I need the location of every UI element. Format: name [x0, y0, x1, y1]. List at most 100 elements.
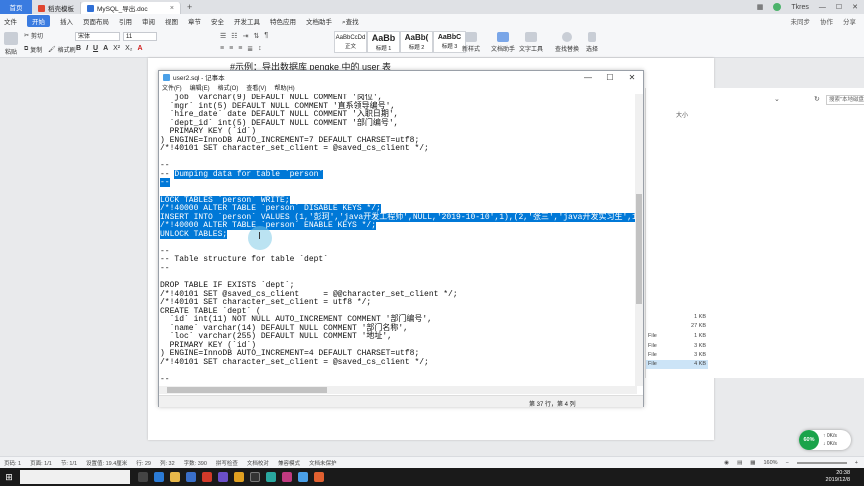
subscript-button[interactable]: X₂	[125, 45, 132, 52]
justify-icon[interactable]: ≣	[247, 45, 253, 53]
eye-icon[interactable]: ◉	[724, 460, 729, 466]
proofread[interactable]: 文档校对	[247, 459, 269, 467]
find-replace-button[interactable]: 查找替换	[555, 32, 579, 53]
menu-edit[interactable]: 编辑(E)	[190, 83, 210, 93]
close-icon[interactable]: ✕	[852, 3, 858, 11]
copy-button[interactable]: ⧉ 复制	[24, 45, 42, 54]
notepad-text-area[interactable]: `job` varchar(9) DEFAULT NULL COMMENT '岗…	[160, 94, 637, 386]
menu-references[interactable]: 引用	[119, 16, 132, 26]
grid-icon[interactable]: ▦	[757, 3, 764, 11]
status-row[interactable]: 行: 29	[136, 459, 151, 467]
menu-search[interactable]: ⌕查找	[342, 16, 359, 27]
style-heading-2[interactable]: AaBb( 标题 2	[400, 31, 433, 53]
menu-home[interactable]: 开始	[27, 15, 50, 27]
menu-file[interactable]: 文件(F)	[162, 83, 182, 93]
network-speed-widget[interactable]: 60% ↑ 0K/s ↓ 0K/s	[799, 430, 851, 450]
sort-icon[interactable]: ⇅	[253, 32, 259, 40]
pilcrow-icon[interactable]: ¶	[264, 32, 268, 40]
menu-developer[interactable]: 开发工具	[234, 16, 260, 26]
wps-icon[interactable]	[202, 472, 212, 482]
app-icon[interactable]	[266, 472, 276, 482]
align-center-icon[interactable]: ≡	[229, 45, 233, 53]
folder-icon[interactable]	[170, 472, 180, 482]
zoom-in-icon[interactable]: +	[855, 460, 858, 466]
notepad-task-icon[interactable]	[298, 472, 308, 482]
collaborate-button[interactable]: 协作	[820, 16, 833, 26]
numbered-list-icon[interactable]: ☷	[231, 32, 237, 40]
new-style-button[interactable]: 新样式	[462, 32, 480, 53]
align-right-icon[interactable]: ≡	[238, 45, 242, 53]
doc-protection[interactable]: 文档未保护	[309, 459, 337, 467]
sync-status[interactable]: 未同步	[791, 16, 811, 26]
app-icon[interactable]	[282, 472, 292, 482]
format-painter-button[interactable]: 🖌 格式刷	[48, 45, 76, 54]
menu-format[interactable]: 格式(O)	[218, 83, 239, 93]
notepad-title-bar[interactable]: user2.sql - 记事本 — ☐ ✕	[159, 71, 643, 83]
menu-file[interactable]: 文件	[4, 16, 17, 26]
style-normal[interactable]: AaBbCcDd 正文	[334, 31, 367, 53]
user-avatar[interactable]	[773, 3, 782, 11]
app-icon[interactable]	[218, 472, 228, 482]
scrollbar-thumb[interactable]	[167, 387, 327, 393]
line-spacing-icon[interactable]: ↕	[258, 45, 262, 53]
close-icon[interactable]: ✕	[621, 73, 643, 82]
font-name-select[interactable]: 宋体	[75, 32, 120, 41]
maximize-icon[interactable]: ☐	[836, 3, 842, 11]
maximize-icon[interactable]: ☐	[599, 73, 621, 82]
superscript-button[interactable]: X²	[113, 45, 120, 52]
system-clock[interactable]: 20:38 2019/12/8	[826, 470, 864, 484]
minimize-icon[interactable]: —	[819, 4, 826, 11]
status-setting[interactable]: 设置值: 19.4厘米	[86, 459, 127, 467]
indent-icon[interactable]: ⇥	[243, 32, 249, 40]
explorer-search-input[interactable]: 搜索"本地磁盘	[826, 95, 864, 105]
zoom-out-icon[interactable]: −	[786, 460, 789, 466]
menu-page-layout[interactable]: 页面布局	[83, 16, 109, 26]
size-column-header[interactable]: 大小	[676, 110, 688, 119]
terminal-icon[interactable]	[250, 472, 260, 482]
scrollbar-thumb[interactable]	[636, 194, 642, 304]
user-name[interactable]: Tkres	[791, 4, 809, 11]
zoom-slider[interactable]	[796, 461, 847, 464]
app-icon[interactable]	[314, 472, 324, 482]
status-pages[interactable]: 页面: 1/1	[30, 459, 52, 467]
store-icon[interactable]	[186, 472, 196, 482]
close-tab-icon[interactable]: ×	[170, 5, 174, 12]
edge-icon[interactable]	[154, 472, 164, 482]
cut-button[interactable]: ✂ 剪切	[24, 31, 43, 40]
menu-features[interactable]: 特色应用	[270, 16, 296, 26]
align-left-icon[interactable]: ≡	[220, 45, 224, 53]
chevron-down-icon[interactable]: ⌄	[774, 95, 780, 103]
status-col[interactable]: 列: 32	[160, 459, 175, 467]
underline-button[interactable]: U	[93, 45, 98, 52]
select-button[interactable]: 选择	[586, 32, 598, 53]
status-word-count[interactable]: 字数: 390	[184, 459, 207, 467]
menu-help[interactable]: 帮助(H)	[274, 83, 294, 93]
strikethrough-button[interactable]: A	[103, 45, 108, 52]
bold-button[interactable]: B	[76, 45, 81, 52]
font-size-select[interactable]: 11	[123, 32, 157, 41]
tab-document[interactable]: MySQL_导出.doc ×	[81, 2, 181, 14]
share-button[interactable]: 分享	[843, 16, 856, 26]
menu-view[interactable]: 查看(V)	[246, 83, 266, 93]
windows-start-icon[interactable]: ⊞	[0, 468, 18, 486]
menu-insert[interactable]: 插入	[60, 16, 73, 26]
minimize-icon[interactable]: —	[577, 73, 599, 82]
italic-button[interactable]: I	[86, 45, 88, 52]
menu-review[interactable]: 审阅	[142, 16, 155, 26]
text-tools-button[interactable]: 文字工具	[519, 32, 543, 53]
layout-icon[interactable]: ▤	[737, 460, 742, 466]
style-heading-1[interactable]: AaBb 标题 1	[367, 31, 400, 53]
paste-button[interactable]: 粘贴	[4, 32, 18, 56]
doc-assistant-button[interactable]: 文档助手	[491, 32, 515, 53]
spell-check[interactable]: 拼写检查	[216, 459, 238, 467]
taskbar-search-box[interactable]	[20, 470, 130, 484]
bullet-list-icon[interactable]: ☰	[220, 32, 226, 40]
menu-chapter[interactable]: 章节	[188, 16, 201, 26]
compat-mode[interactable]: 兼容模式	[278, 459, 300, 467]
refresh-icon[interactable]: ↻	[814, 95, 820, 103]
font-color-button[interactable]: A	[138, 45, 143, 52]
tab-templates[interactable]: 稻壳模板	[32, 2, 81, 14]
chrome-icon[interactable]	[234, 472, 244, 482]
menu-view[interactable]: 视图	[165, 16, 178, 26]
horizontal-scrollbar[interactable]	[159, 386, 637, 394]
